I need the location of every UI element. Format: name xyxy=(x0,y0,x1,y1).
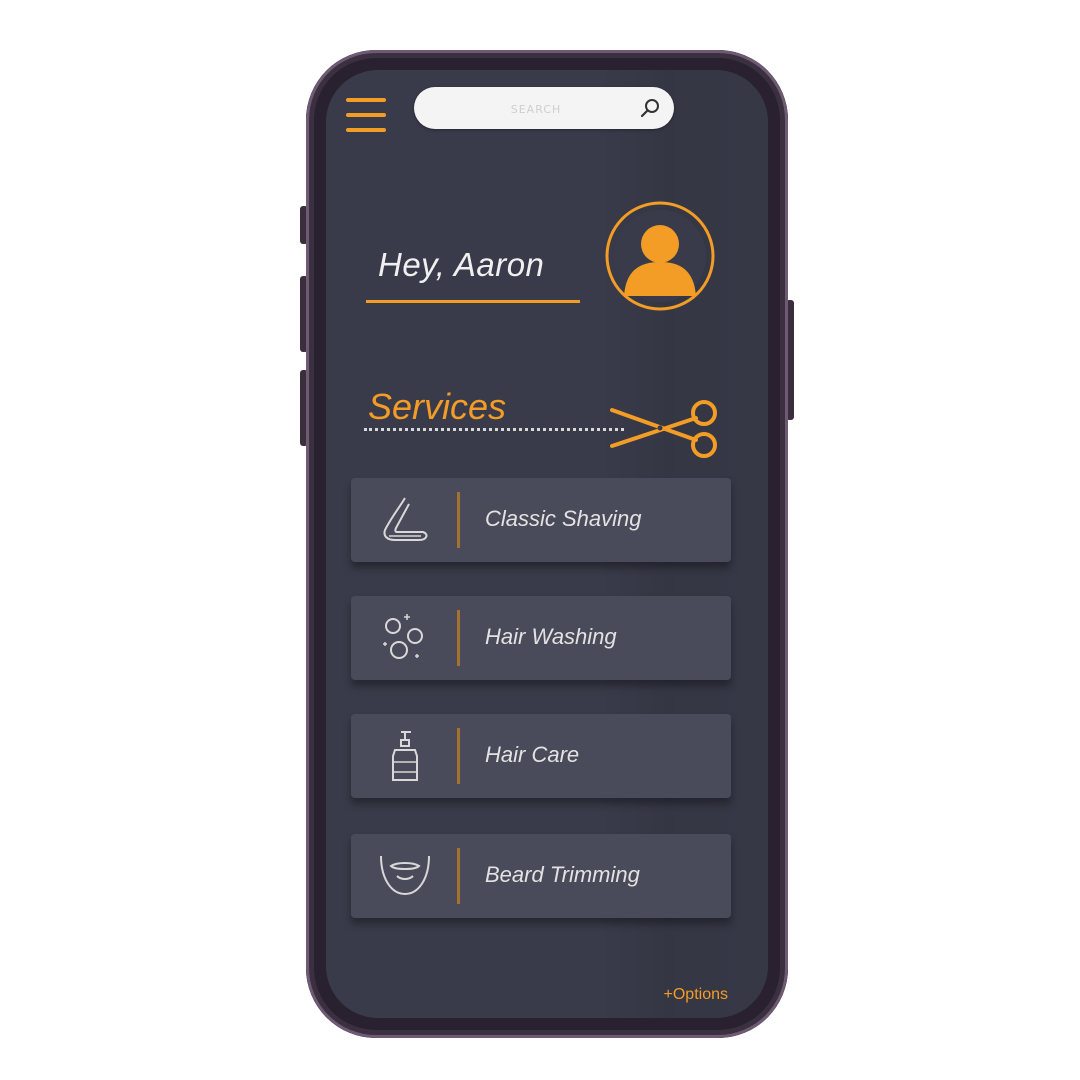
phone-screen: Hey, Aaron Services Classic Shaving xyxy=(326,70,768,1018)
scissors-icon xyxy=(610,400,717,458)
service-hair-washing[interactable]: Hair Washing xyxy=(351,596,731,680)
search-input[interactable] xyxy=(434,95,638,123)
services-title: Services xyxy=(368,386,507,427)
beard-icon xyxy=(380,855,430,896)
service-beard-trimming[interactable]: Beard Trimming xyxy=(351,834,731,918)
service-label: Hair Washing xyxy=(485,624,617,649)
service-label: Beard Trimming xyxy=(485,862,640,887)
services-dotted-line xyxy=(364,428,624,431)
service-divider xyxy=(457,610,460,666)
service-divider xyxy=(457,728,460,784)
service-divider xyxy=(457,848,460,904)
razor-icon xyxy=(383,497,428,541)
service-classic-shaving[interactable]: Classic Shaving xyxy=(351,478,731,562)
greeting-underline xyxy=(366,300,580,303)
search-icon[interactable] xyxy=(638,96,662,120)
greeting-text: Hey, Aaron xyxy=(378,246,545,283)
options-link[interactable]: +Options xyxy=(664,986,728,1004)
pump-bottle-icon xyxy=(392,731,418,781)
service-divider xyxy=(457,492,460,548)
stage: Hey, Aaron Services Classic Shaving xyxy=(0,0,1080,1080)
hamburger-menu-icon[interactable] xyxy=(344,94,388,138)
service-hair-care[interactable]: Hair Care xyxy=(351,714,731,798)
service-label: Hair Care xyxy=(485,742,580,767)
user-avatar-icon[interactable] xyxy=(604,200,716,312)
search-bar[interactable] xyxy=(414,87,674,129)
service-label: Classic Shaving xyxy=(485,506,642,531)
bubbles-icon xyxy=(383,614,423,659)
